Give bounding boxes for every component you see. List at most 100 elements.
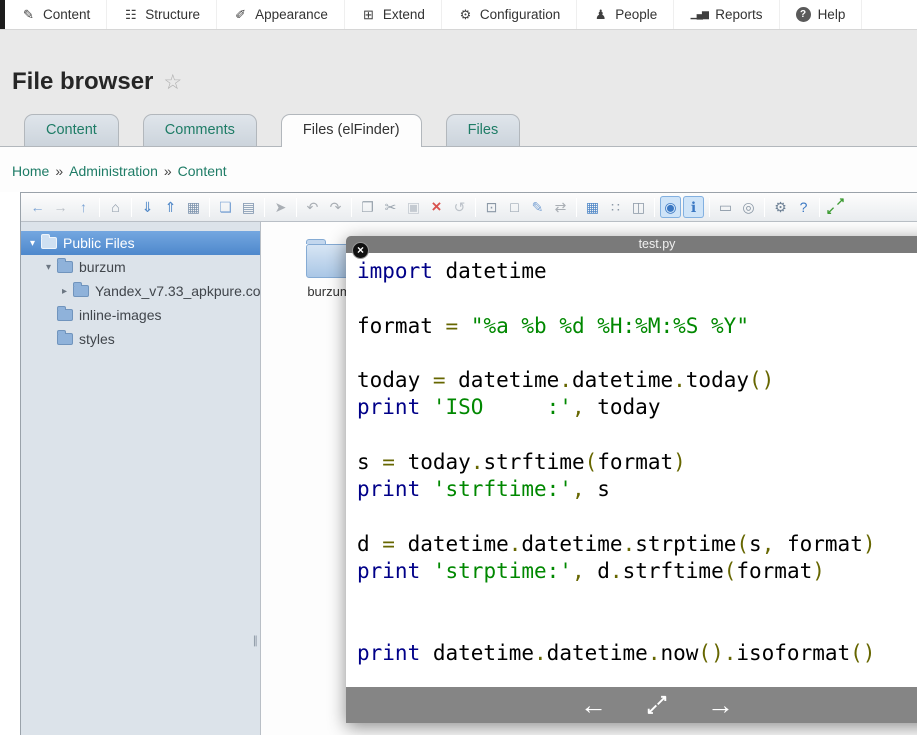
breadcrumb-link-content[interactable]: Content	[178, 163, 227, 179]
breadcrumb-link-home[interactable]: Home	[12, 163, 49, 179]
reports-icon: ▁▄▆	[690, 10, 708, 19]
restore-icon[interactable]: ↺	[449, 196, 470, 218]
archive-icon[interactable]: ⊡	[481, 196, 502, 218]
download-icon[interactable]: ⇓	[137, 196, 158, 218]
admin-toolbar-item-reports[interactable]: ▁▄▆ Reports	[674, 0, 779, 29]
code-line: import datetime	[357, 258, 917, 285]
redo-icon[interactable]: ↷	[325, 196, 346, 218]
tree-item-burzum[interactable]: ▾ burzum	[21, 255, 260, 279]
tree-expand-arrow[interactable]: ▾	[42, 262, 55, 273]
toolbar-separator	[209, 198, 210, 217]
settings-gear-icon[interactable]: ⚙	[770, 196, 791, 218]
tab-label: Files (elFinder)	[303, 122, 400, 138]
tab-files[interactable]: Files	[446, 114, 521, 146]
open-icon[interactable]: ❏	[215, 196, 236, 218]
favorite-star-icon[interactable]: ☆	[163, 72, 182, 93]
tree-item-label: Public Files	[63, 235, 135, 251]
forward-icon[interactable]: →	[50, 196, 71, 218]
toolbar-separator	[351, 198, 352, 217]
save-as-icon[interactable]: ▤	[238, 196, 259, 218]
upload-icon[interactable]: ⇑	[160, 196, 181, 218]
preview-code: import datetime format = "%a %b %d %H:%M…	[346, 253, 917, 723]
toolbar-separator	[819, 198, 820, 217]
breadcrumb-separator: »	[164, 163, 172, 179]
tab-files-elfinder[interactable]: Files (elFinder)	[281, 114, 422, 147]
code-line: print 'strftime:', s	[357, 476, 917, 503]
breadcrumb-link-administration[interactable]: Administration	[69, 163, 158, 179]
people-icon: ♟	[593, 8, 608, 21]
back-icon[interactable]: ←	[27, 196, 48, 218]
panel-resize-handle[interactable]: ∥	[253, 634, 259, 647]
folder-icon	[57, 261, 73, 273]
select-icon[interactable]: □	[504, 196, 525, 218]
fullscreen-icon[interactable]: ↗ ↙	[645, 693, 669, 717]
pointer-icon[interactable]: ➤	[270, 196, 291, 218]
home-icon[interactable]: ⌂	[105, 196, 126, 218]
admin-toolbar-item-extend[interactable]: ⊞ Extend	[345, 0, 442, 29]
tree-item-public-files[interactable]: ▾ Public Files	[21, 231, 260, 255]
tree-item-inline-images[interactable]: inline-images	[21, 303, 260, 327]
code-line	[357, 340, 917, 367]
admin-item-label: Content	[43, 7, 90, 22]
code-line: print 'strptime:', d.strftime(format)	[357, 558, 917, 585]
view-icons-icon[interactable]: ∷	[605, 196, 626, 218]
tree-item-label: burzum	[79, 259, 126, 275]
tree-item-yandex-v7-33-apkpure-co[interactable]: ▸ Yandex_v7.33_apkpure.co	[21, 279, 260, 303]
edit-icon[interactable]: ✎	[527, 196, 548, 218]
info-icon[interactable]: ℹ	[683, 196, 704, 218]
tab-comments[interactable]: Comments	[143, 114, 257, 146]
preview-monitor-icon[interactable]: ▭	[715, 196, 736, 218]
toolbar-separator	[264, 198, 265, 217]
admin-toolbar-item-help[interactable]: ? Help	[780, 0, 863, 29]
admin-toolbar-item-people[interactable]: ♟ People	[577, 0, 674, 29]
code-line: format = "%a %b %d %H:%M:%S %Y"	[357, 313, 917, 340]
toolbar-help-icon[interactable]: ?	[793, 196, 814, 218]
fullscreen-icon[interactable]: ↗↙	[825, 196, 846, 218]
quicklook-eye-icon[interactable]: ◉	[660, 196, 681, 218]
tab-content[interactable]: Content	[24, 114, 119, 146]
toolbar-separator	[654, 198, 655, 217]
view-split-icon[interactable]: ◫	[628, 196, 649, 218]
toolbar-separator	[709, 198, 710, 217]
admin-item-label: Configuration	[480, 7, 560, 22]
help-icon: ?	[796, 7, 811, 22]
cut-icon[interactable]: ✂	[380, 196, 401, 218]
code-line	[357, 586, 917, 613]
admin-toolbar-item-content[interactable]: ✎ Content	[5, 0, 107, 29]
admin-item-label: Appearance	[255, 7, 328, 22]
toolbar-separator	[99, 198, 100, 217]
shuffle-icon[interactable]: ⇄	[550, 196, 571, 218]
copy-icon[interactable]: ❐	[357, 196, 378, 218]
toolbar-separator	[576, 198, 577, 217]
admin-toolbar-item-structure[interactable]: ☷ Structure	[107, 0, 217, 29]
media-icon[interactable]: ◎	[738, 196, 759, 218]
delete-icon[interactable]: ×	[426, 196, 447, 218]
tree-item-label: inline-images	[79, 307, 161, 323]
tree-item-styles[interactable]: styles	[21, 327, 260, 351]
view-list-icon[interactable]: ▦	[582, 196, 603, 218]
up-icon[interactable]: ↑	[73, 196, 94, 218]
save-icon[interactable]: ▦	[183, 196, 204, 218]
admin-item-label: Extend	[383, 7, 425, 22]
elfinder-tree-panel: ▾ Public Files ▾ burzum ▸ Yandex_v7.33_a…	[21, 222, 261, 735]
code-line: print datetime.datetime.now().isoformat(…	[357, 640, 917, 667]
prev-arrow-icon[interactable]: ←	[580, 692, 607, 719]
undo-icon[interactable]: ↶	[302, 196, 323, 218]
tree-expand-arrow[interactable]: ▸	[58, 286, 71, 297]
admin-item-label: Structure	[145, 7, 200, 22]
admin-item-label: People	[615, 7, 657, 22]
tabs: Content Comments Files (elFinder) Files	[0, 114, 917, 146]
tree-item-label: styles	[79, 331, 115, 347]
close-icon[interactable]: ×	[352, 242, 369, 259]
paste-icon[interactable]: ▣	[403, 196, 424, 218]
next-arrow-icon[interactable]: →	[707, 692, 734, 719]
admin-toolbar-item-configuration[interactable]: ⚙ Configuration	[442, 0, 577, 29]
tree-expand-arrow[interactable]: ▾	[26, 238, 39, 249]
configuration-icon: ⚙	[458, 8, 473, 21]
preview-titlebar[interactable]: test.py	[346, 236, 917, 253]
admin-toolbar-item-appearance[interactable]: ✐ Appearance	[217, 0, 345, 29]
quicklook-preview-window: test.py × import datetime format = "%a %…	[346, 236, 917, 723]
code-line: today = datetime.datetime.today()	[357, 367, 917, 394]
folder-icon	[73, 285, 89, 297]
code-line: print 'ISO :', today	[357, 394, 917, 421]
